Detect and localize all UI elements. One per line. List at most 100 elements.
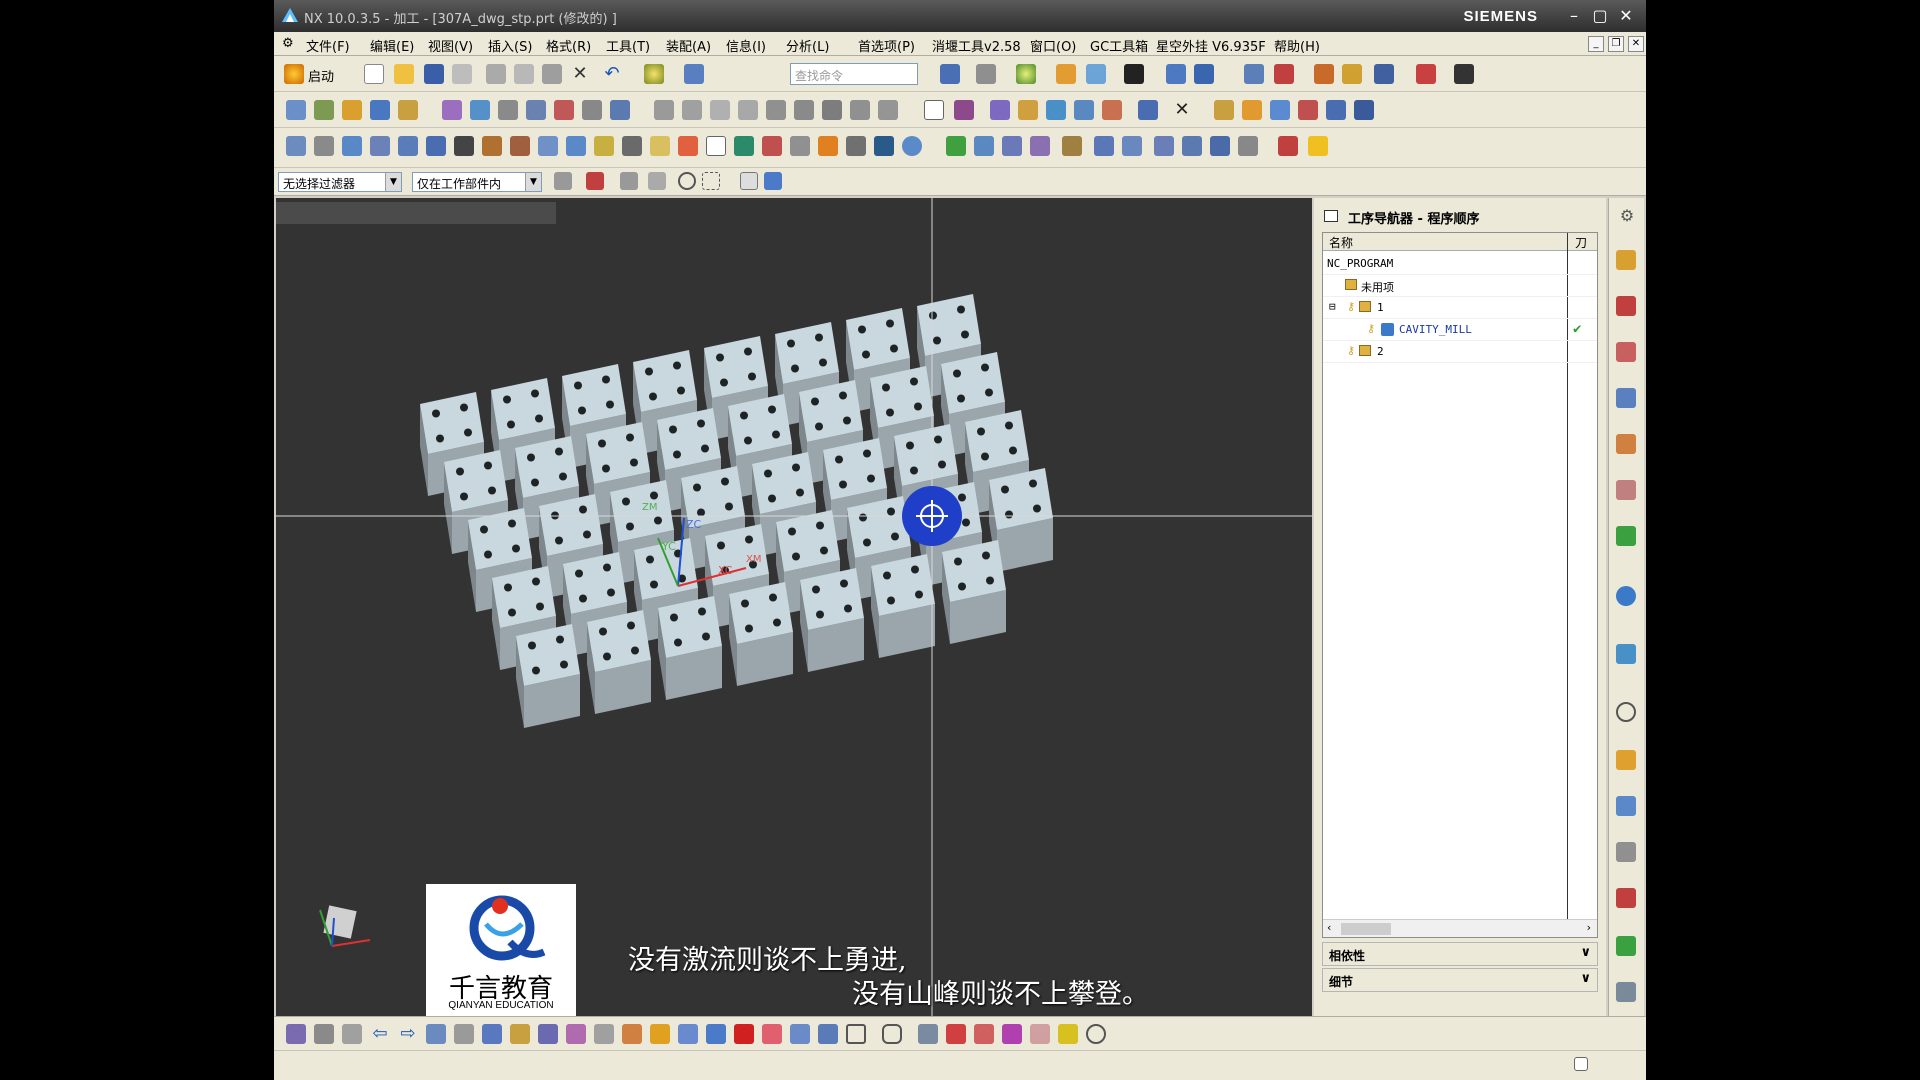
doc-close-icon[interactable]: ✕ [1628,36,1644,52]
cut-icon[interactable] [486,64,506,84]
generate-toolpath-icon[interactable] [442,100,462,120]
part-navigator-tab-icon[interactable] [1616,388,1636,408]
palette-tab-icon[interactable] [1616,750,1636,770]
operation-navigator-tab-icon[interactable] [1616,250,1636,270]
object-icon[interactable] [1214,100,1234,120]
curve-icon[interactable] [1030,1024,1050,1044]
cube-view-icon[interactable] [538,1024,558,1044]
details-panel[interactable]: 细节 ∨ [1322,968,1598,992]
front-view-icon[interactable] [734,1024,754,1044]
simulate-machine-icon[interactable] [554,100,574,120]
arrow-left-icon[interactable]: ⇦ [370,1024,390,1044]
stack-icon[interactable] [1030,136,1050,156]
align-icon[interactable] [1374,64,1394,84]
gear-icon[interactable]: ⚙ [1617,206,1637,226]
blend-icon[interactable] [538,136,558,156]
delete-toolpath-icon[interactable] [582,100,602,120]
fill-icon[interactable] [678,136,698,156]
menu-view[interactable]: 视图(V) [428,36,473,55]
roles-tab-icon[interactable] [1616,796,1636,816]
shading-icon[interactable] [1016,64,1036,84]
zoom-icon[interactable] [1046,100,1066,120]
point-constructor-icon[interactable] [918,1024,938,1044]
grid-icon[interactable] [1416,64,1436,84]
collapse-icon[interactable]: ⊟ [1329,300,1336,313]
partial-shade-icon[interactable] [566,1024,586,1044]
pocket-icon[interactable] [426,136,446,156]
text-tool-icon[interactable] [924,100,944,120]
start-label[interactable]: 启动 [308,66,334,85]
system-scenes-tab-icon[interactable] [1616,842,1636,862]
scroll-left-icon[interactable]: ‹ [1327,921,1331,934]
timer-icon[interactable] [902,136,922,156]
dependencies-panel[interactable]: 相依性 ∨ [1322,942,1598,966]
menu-edit[interactable]: 编辑(E) [370,36,414,55]
snap-icon[interactable] [1314,64,1334,84]
select-feature-icon[interactable] [648,172,666,190]
graphics-viewport[interactable]: ZC YC XC ZM XM 千言教育 QIANYAN EDUCATION 没有… [276,198,1312,1016]
section-icon[interactable] [1086,64,1106,84]
horizontal-scrollbar[interactable]: ‹ › [1323,919,1597,937]
note-icon[interactable] [1308,136,1328,156]
clock-tab-icon[interactable] [1616,702,1636,722]
wcs-icon[interactable] [286,1024,306,1044]
layout-icon[interactable] [974,136,994,156]
menu-help[interactable]: 帮助(H) [1274,36,1320,55]
column-tool[interactable]: 刀 [1575,234,1587,251]
right-view-icon[interactable] [762,1024,782,1044]
close-x-icon[interactable]: ✕ [1172,100,1192,120]
circle-icon[interactable] [1086,1024,1106,1044]
list-view-icon[interactable] [1354,100,1374,120]
menu-analysis[interactable]: 分析(L) [786,36,829,55]
menu-tool-plugin[interactable]: 消堰工具v2.58 [932,36,1021,55]
set-wcs-icon[interactable] [342,1024,362,1044]
top-view-icon[interactable] [706,1024,726,1044]
grid-snap-icon[interactable] [946,1024,966,1044]
tree-row-nc-program[interactable]: NC_PROGRAM [1323,253,1597,275]
create-geometry-icon[interactable] [342,100,362,120]
maximize-icon[interactable]: ▢ [1590,7,1610,25]
box-select-icon[interactable] [702,172,720,190]
refresh-icon[interactable] [818,136,838,156]
left-view-icon[interactable] [790,1024,810,1044]
process-studio-tab-icon[interactable] [1616,936,1636,956]
report-icon[interactable] [850,100,870,120]
collision-icon[interactable] [1018,100,1038,120]
chamfer-icon[interactable] [566,136,586,156]
selection-filter-select[interactable]: 无选择过滤器 ▼ [278,172,402,192]
panel-toggle-icon[interactable] [1324,210,1338,222]
select-chain-icon[interactable] [620,172,638,190]
create-operation-icon[interactable] [398,100,418,120]
views-icon[interactable] [1094,136,1114,156]
tree-row-cavity-mill[interactable]: ⚷ CAVITY_MILL ✔ [1323,319,1597,341]
menu-assembly[interactable]: 装配(A) [666,36,711,55]
zoom-in-icon[interactable] [482,1024,502,1044]
extrude-icon[interactable] [314,136,334,156]
doc-restore-icon[interactable]: ❐ [1608,36,1624,52]
tree-row-program-1[interactable]: ⊟ ⚷ 1 [1323,297,1597,319]
trim-icon[interactable] [510,136,530,156]
batch-icon[interactable] [794,100,814,120]
shop-docs-icon[interactable] [654,100,674,120]
menu-file[interactable]: 文件(F) [306,36,350,55]
chart-icon[interactable] [734,136,754,156]
clock-icon[interactable] [878,100,898,120]
pin-icon[interactable] [1062,136,1082,156]
fit-view-icon[interactable] [940,64,960,84]
page-icon[interactable] [1122,136,1142,156]
pencil-icon[interactable] [650,136,670,156]
sort-icon[interactable] [822,100,842,120]
info-tab-icon[interactable] [1616,586,1636,606]
new-file-icon[interactable] [364,64,384,84]
copy-icon[interactable] [514,64,534,84]
verify-toolpath-icon[interactable] [526,100,546,120]
postprocess-icon[interactable] [610,100,630,120]
manufacturing-wizard-tab-icon[interactable] [1616,888,1636,908]
geometry-group-icon[interactable] [1270,100,1290,120]
snap-point-icon[interactable] [678,172,696,190]
open-folder-icon[interactable] [394,64,414,84]
create-method-icon[interactable] [370,100,390,120]
compare-icon[interactable] [846,136,866,156]
isometric-icon[interactable] [678,1024,698,1044]
sketch-icon[interactable] [286,136,306,156]
